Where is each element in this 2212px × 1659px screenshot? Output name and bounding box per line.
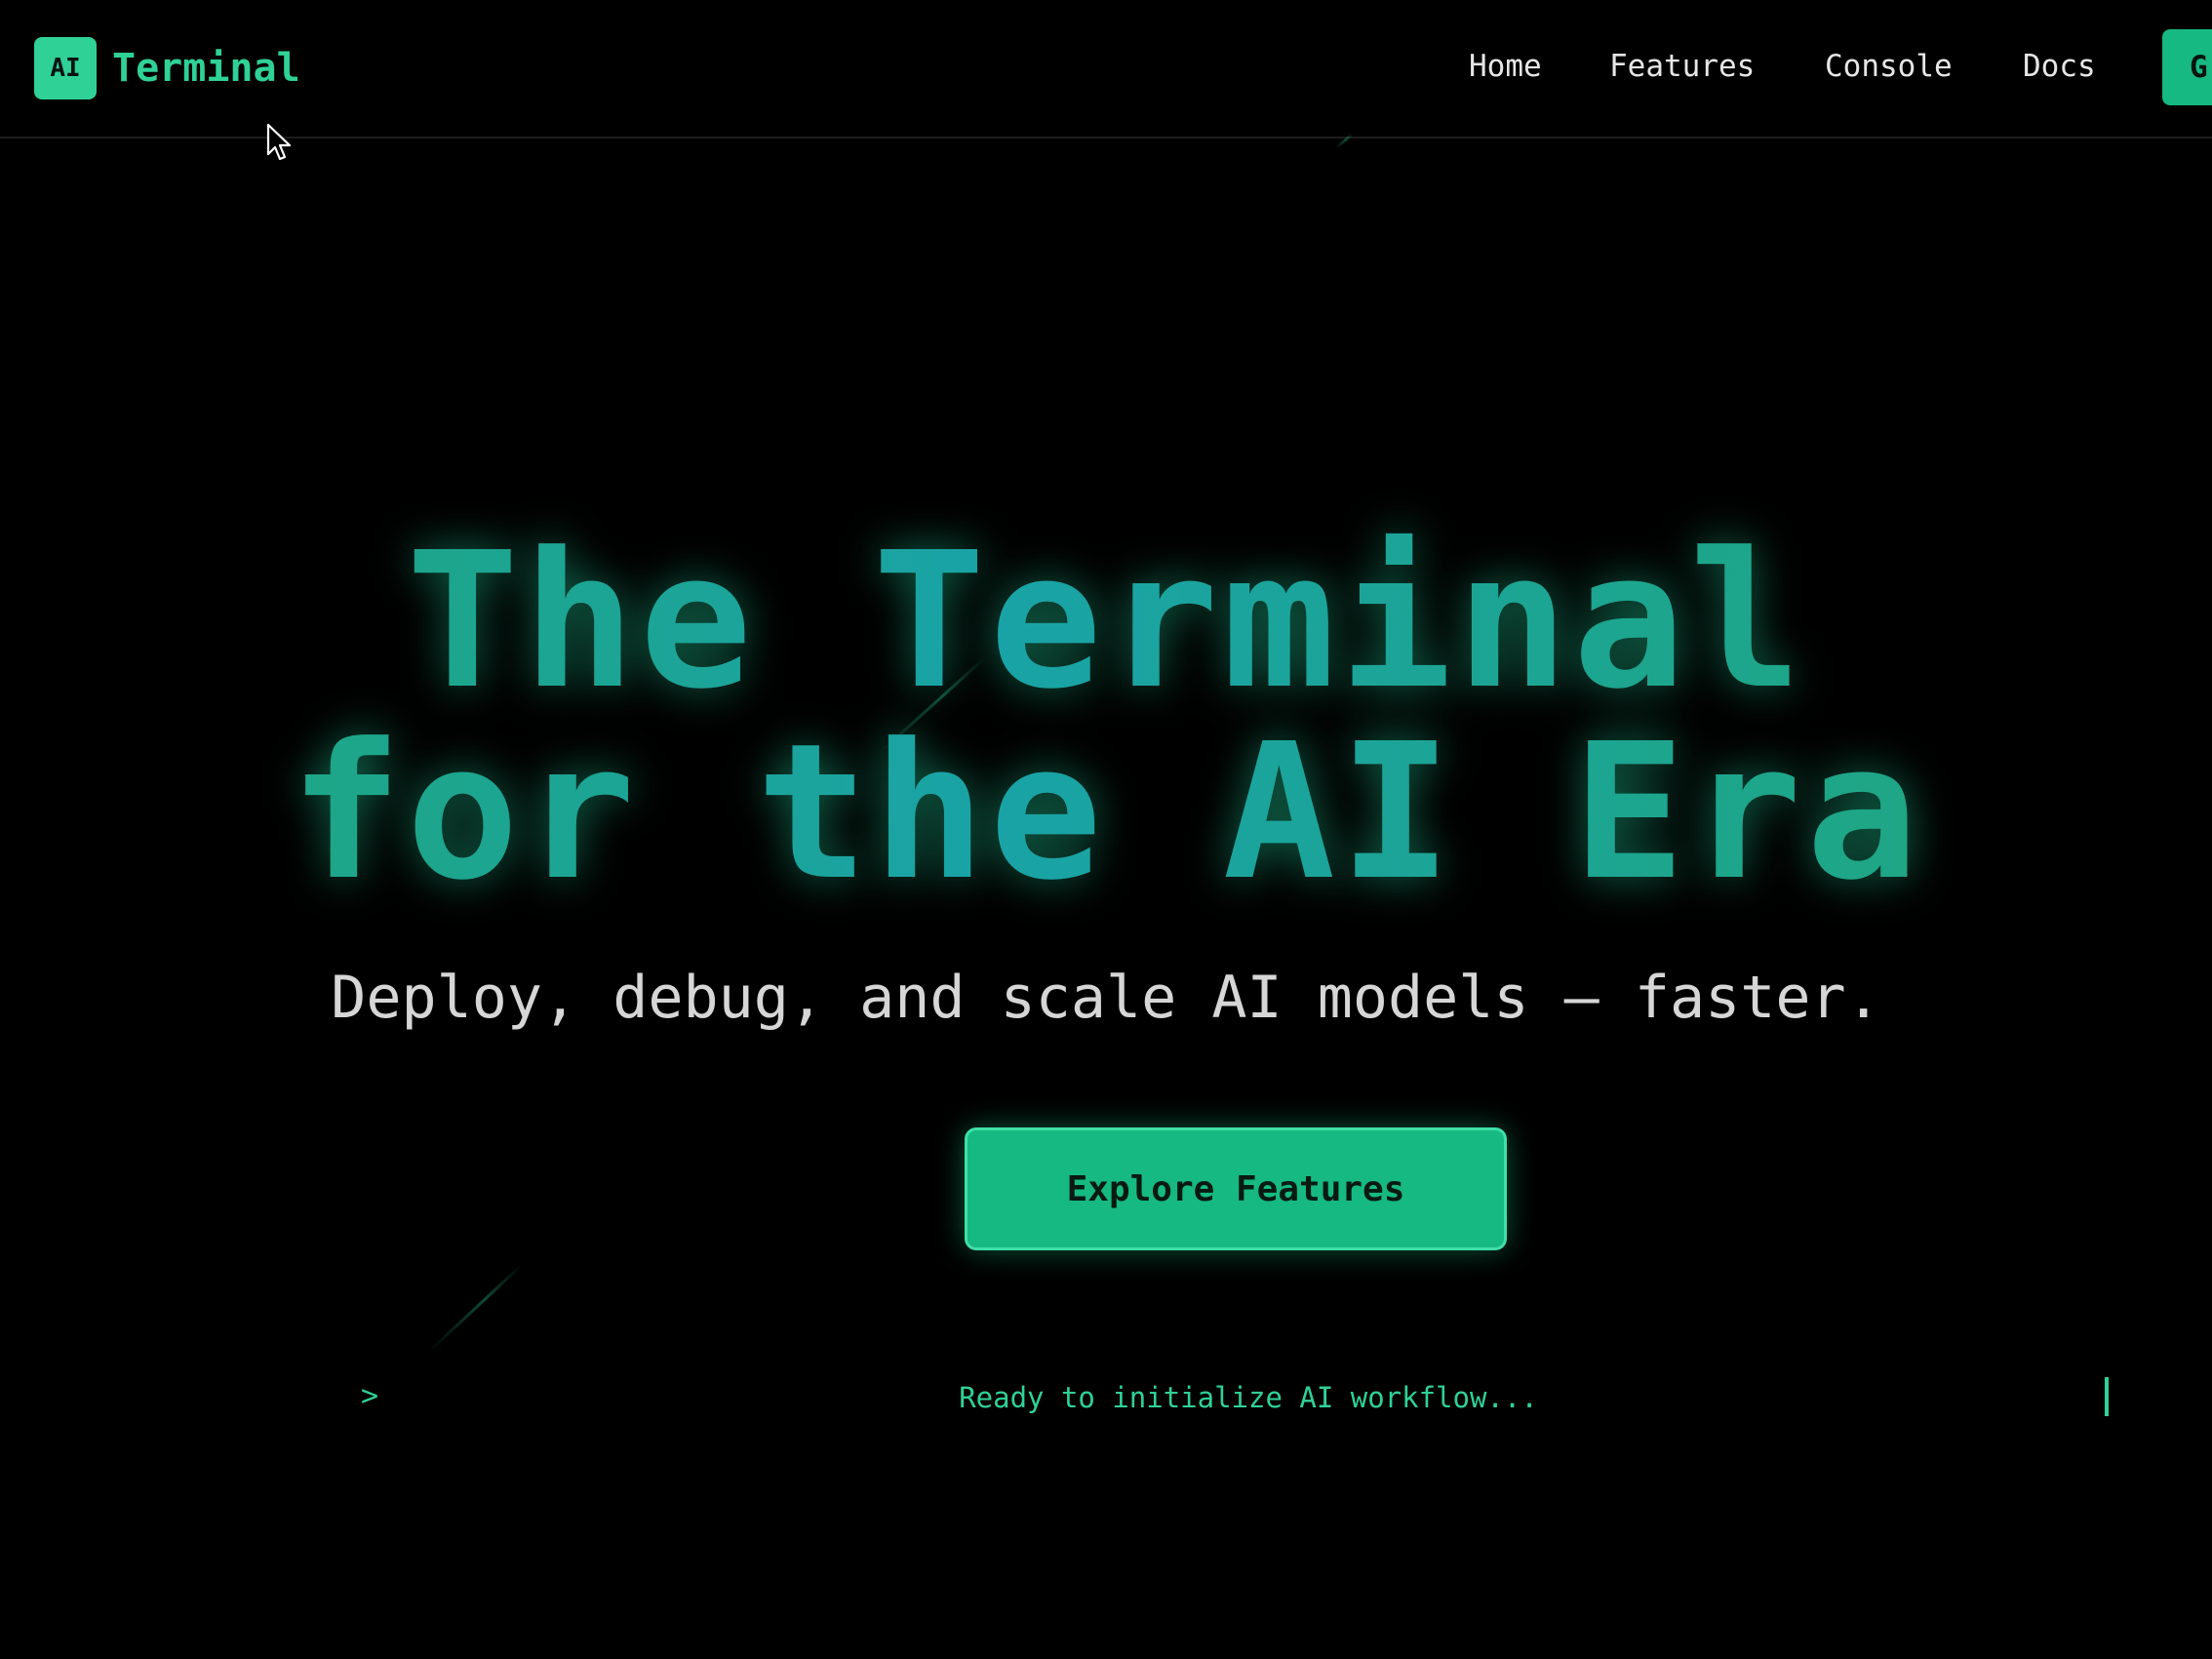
logo-text: Terminal — [112, 46, 300, 91]
hero-subtitle: Deploy, debug, and scale AI models — fas… — [331, 964, 1881, 1032]
mouse-pointer-icon — [266, 123, 292, 161]
hero-title-line-2: for the AI Era — [289, 704, 1923, 922]
nav-link-features[interactable]: Features — [1609, 49, 1755, 84]
nav-link-console[interactable]: Console — [1825, 49, 1953, 84]
nav-link-home[interactable]: Home — [1469, 49, 1542, 84]
logo-home-link[interactable]: AI Terminal — [34, 37, 300, 99]
hero-title-line-1: The Terminal — [406, 513, 1806, 731]
decorative-streak — [427, 1263, 524, 1353]
command-input[interactable] — [390, 1365, 2107, 1430]
nav-link-docs[interactable]: Docs — [2023, 49, 2096, 84]
hero-title: The Terminal for the AI Era — [0, 527, 2212, 909]
logo-badge: AI — [34, 37, 97, 99]
text-caret — [2105, 1377, 2109, 1416]
explore-features-button[interactable]: Explore Features — [965, 1127, 1507, 1250]
prompt-symbol: > — [361, 1379, 379, 1413]
get-started-button[interactable]: G — [2162, 29, 2212, 105]
top-navbar: AI Terminal Home Features Console Docs G — [0, 0, 2212, 138]
